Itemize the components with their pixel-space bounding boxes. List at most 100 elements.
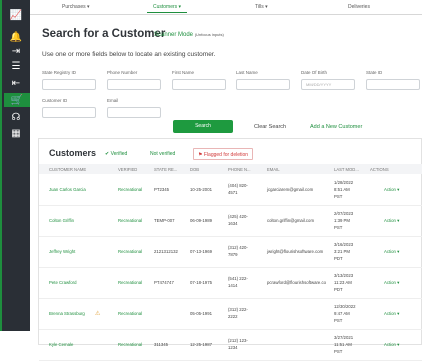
filter-flagged-label: Flagged for deletion — [203, 152, 249, 158]
phone-line-2: 1414 — [228, 283, 238, 288]
filter-flagged[interactable]: ⚑ Flagged for deletion — [193, 148, 254, 160]
last-modified-date: 1/28/2022 — [334, 180, 354, 185]
table-row[interactable]: Brenna Strassburg ⚠ Recreational 05-05-1… — [39, 299, 422, 330]
dob: 12-25-1987 — [190, 342, 212, 347]
last-modified-date: 3/16/2023 — [334, 242, 354, 247]
cart-icon[interactable]: 🛒 — [4, 93, 30, 107]
sidebar: 📈 🔔 ⇥ ☰ ⇤ 🛒 ☊ ▦ — [0, 0, 30, 331]
check-icon: ✔ — [105, 151, 110, 157]
scanner-mode-label: Scanner Mode — [154, 32, 194, 38]
last-name-input[interactable] — [236, 79, 290, 90]
last-modified-time: 1:39 PM — [334, 218, 351, 223]
filter-verified-label: Verified — [110, 151, 128, 157]
phone-line-2: 4571 — [228, 190, 238, 195]
first-name-input[interactable] — [172, 79, 226, 90]
headset-icon[interactable]: ☊ — [9, 110, 23, 124]
tab-purchases[interactable]: Purchases ▾ — [56, 2, 96, 12]
state-registry: 311345 — [154, 342, 169, 347]
customer-name[interactable]: Kyle Cemale — [49, 342, 73, 347]
col-dob[interactable]: DOB — [190, 167, 199, 172]
col-verified[interactable]: VERIFIED — [118, 167, 137, 172]
action-dropdown[interactable]: Action ▾ — [384, 249, 399, 255]
login-icon[interactable]: ⇥ — [9, 44, 23, 58]
customer-id-input[interactable] — [42, 107, 96, 118]
tab-customers[interactable]: Customers ▾ — [147, 2, 188, 13]
state-registry-id-label: State Registry ID — [42, 70, 77, 75]
dob: 07-18-1975 — [190, 280, 212, 285]
email-label: Email — [107, 98, 119, 103]
scanner-mode-toggle[interactable]: Scanner Mode (Unfocus inputs) — [154, 32, 224, 38]
customer-name[interactable]: Jeffrey Wright — [49, 249, 75, 254]
col-phone[interactable]: PHONE N... — [228, 167, 251, 172]
warning-icon: ⚠ — [95, 311, 101, 317]
phone-line-1: (541) 222- — [228, 276, 248, 281]
action-dropdown[interactable]: Action ▾ — [384, 311, 399, 317]
action-dropdown[interactable]: Action ▾ — [384, 187, 399, 193]
table-header: CUSTOMER NAME VERIFIED STATE RE... DOB P… — [39, 164, 422, 174]
phone-line-1: (404) 820- — [228, 183, 248, 188]
action-dropdown[interactable]: Action ▾ — [384, 280, 399, 286]
customer-name[interactable]: Pete Crawford — [49, 280, 76, 285]
customer-name[interactable]: Brenna Strassburg — [49, 311, 85, 316]
phone-number-input[interactable] — [107, 79, 161, 90]
state-registry: PT2345 — [154, 187, 170, 192]
customer-name[interactable]: Juan Carlos Garcia — [49, 187, 86, 192]
email-input[interactable] — [107, 107, 161, 118]
last-modified-date: 12/30/2022 — [334, 304, 356, 309]
phone-line-2: 7879 — [228, 252, 238, 257]
customer-type: Recreational — [118, 218, 143, 223]
chart-icon[interactable]: 📈 — [9, 8, 23, 22]
main-content: Search for a Customer Scanner Mode (Unfo… — [30, 14, 422, 361]
clear-search-link[interactable]: Clear Search — [254, 124, 286, 130]
last-modified-time: 11:51 AM — [334, 342, 352, 347]
last-modified-date: 3/27/2021 — [334, 335, 354, 340]
col-email[interactable]: EMAIL — [267, 167, 280, 172]
col-state-registry[interactable]: STATE RE... — [154, 167, 177, 172]
logout-icon[interactable]: ⇤ — [9, 76, 23, 90]
col-customer-name[interactable]: CUSTOMER NAME — [49, 167, 86, 172]
bell-icon[interactable]: 🔔 — [9, 30, 23, 44]
action-dropdown[interactable]: Action ▾ — [384, 218, 399, 224]
customer-type: Recreational — [118, 342, 143, 347]
filter-verified[interactable]: ✔ Verified — [105, 148, 127, 160]
page-title: Search for a Customer — [42, 28, 166, 40]
table-row[interactable]: Juan Carlos Garcia Recreational PT2345 1… — [39, 175, 422, 206]
calendar-icon[interactable]: ▦ — [9, 126, 23, 140]
table-row[interactable]: Pete Crawford Recreational PT474747 07-1… — [39, 268, 422, 299]
email: colton.griffin@gmail.com — [267, 218, 315, 223]
list-icon[interactable]: ☰ — [9, 59, 23, 73]
phone-line-2: 1634 — [228, 221, 238, 226]
action-dropdown[interactable]: Action ▾ — [384, 342, 399, 348]
col-actions: ACTIONS — [370, 167, 389, 172]
search-button[interactable]: Search — [173, 120, 233, 133]
last-modified-tz: PST — [334, 225, 343, 230]
last-modified-tz: PST — [334, 194, 343, 199]
last-modified-time: 8:51 AM — [334, 187, 350, 192]
state-registry-id-input[interactable] — [42, 79, 96, 90]
table-row[interactable]: Jeffrey Wright Recreational 2121312132 0… — [39, 237, 422, 268]
last-modified-date: 2/07/2023 — [334, 211, 354, 216]
dob-input[interactable]: MM/DD/YYYY — [301, 79, 355, 90]
table-row[interactable]: Colton Griffin Recreational TEMP-007 06-… — [39, 206, 422, 237]
last-name-label: Last Name — [236, 70, 258, 75]
add-new-customer-link[interactable]: Add a New Customer — [310, 124, 362, 130]
customer-type: Recreational — [118, 280, 143, 285]
col-last-modified[interactable]: LAST MOD... — [334, 167, 359, 172]
tab-deliveries[interactable]: Deliveries — [342, 2, 376, 12]
state-registry: 2121312132 — [154, 249, 178, 254]
page-subtitle: Use one or more fields below to locate a… — [42, 51, 216, 58]
tab-tills[interactable]: Tills ▾ — [249, 2, 274, 12]
last-modified-time: 11:23 AM — [334, 280, 352, 285]
filter-not-verified[interactable]: Not verified — [150, 148, 175, 160]
phone-line-1: (212) 123- — [228, 338, 248, 343]
last-modified-tz: PST — [334, 318, 343, 323]
table-row[interactable]: Kyle Cemale Recreational 311345 12-25-19… — [39, 330, 422, 361]
state-registry: PT474747 — [154, 280, 174, 285]
last-modified-date: 3/13/2023 — [334, 273, 354, 278]
customer-name[interactable]: Colton Griffin — [49, 218, 74, 223]
state-registry: TEMP-007 — [154, 218, 175, 223]
phone-line-1: (312) 420- — [228, 245, 248, 250]
customers-title: Customers — [49, 148, 97, 158]
email: jwright@flourishsoftware.com — [267, 249, 324, 254]
state-id-input[interactable] — [366, 79, 420, 90]
